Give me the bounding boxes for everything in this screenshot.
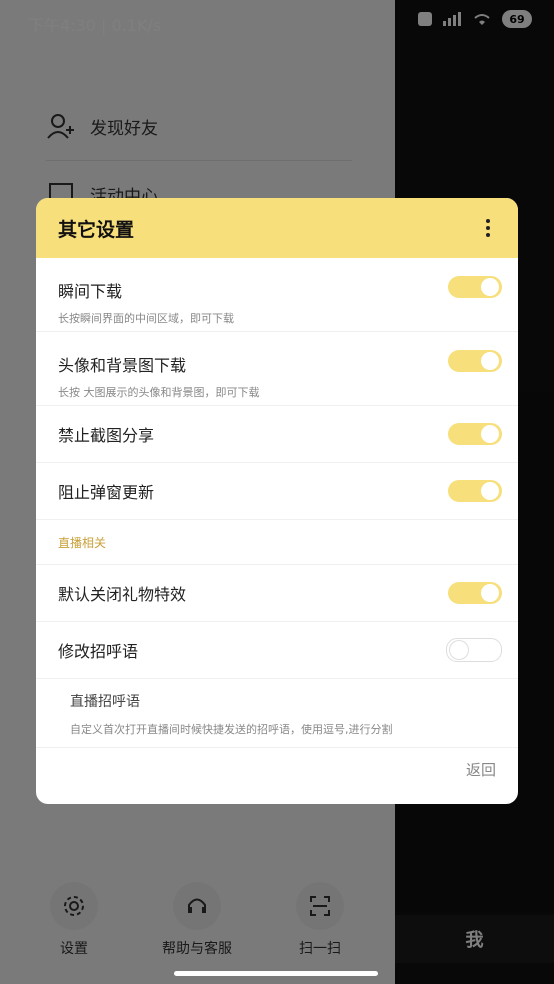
toggle-instant-download[interactable] bbox=[448, 276, 502, 298]
back-button[interactable]: 返回 bbox=[466, 759, 496, 780]
setting-title: 修改招呼语 bbox=[58, 642, 139, 661]
greeting-desc: 自定义首次打开直播间时候快捷发送的招呼语，使用逗号,进行分割 bbox=[70, 723, 393, 736]
toggle-block-update-popup[interactable] bbox=[448, 480, 502, 502]
greeting-title: 直播招呼语 bbox=[70, 694, 140, 710]
setting-row-block-screenshot-share[interactable]: 禁止截图分享 bbox=[36, 406, 518, 463]
more-options-icon[interactable] bbox=[480, 217, 496, 239]
setting-row-edit-greeting[interactable]: 修改招呼语 bbox=[36, 622, 518, 679]
setting-desc: 长按 大图展示的头像和背景图，即可下载 bbox=[58, 386, 260, 399]
setting-title: 瞬间下载 bbox=[58, 282, 123, 301]
setting-row-instant-download[interactable]: 瞬间下载 长按瞬间界面的中间区域，即可下载 bbox=[36, 258, 518, 332]
setting-desc: 长按瞬间界面的中间区域，即可下载 bbox=[58, 312, 234, 325]
setting-row-disable-gift-effects[interactable]: 默认关闭礼物特效 bbox=[36, 565, 518, 622]
dialog-header: 其它设置 bbox=[36, 198, 518, 258]
setting-title: 禁止截图分享 bbox=[58, 426, 155, 445]
toggle-block-screenshot-share[interactable] bbox=[448, 423, 502, 445]
setting-row-block-update-popup[interactable]: 阻止弹窗更新 bbox=[36, 463, 518, 520]
setting-title: 阻止弹窗更新 bbox=[58, 483, 155, 502]
dialog-title: 其它设置 bbox=[58, 218, 135, 241]
other-settings-dialog: 其它设置 瞬间下载 长按瞬间界面的中间区域，即可下载 头像和背景图下载 长按 大… bbox=[36, 198, 518, 804]
toggle-edit-greeting[interactable] bbox=[446, 638, 502, 662]
setting-title: 默认关闭礼物特效 bbox=[58, 585, 187, 604]
toggle-disable-gift-effects[interactable] bbox=[448, 582, 502, 604]
setting-row-avatar-download[interactable]: 头像和背景图下载 长按 大图展示的头像和背景图，即可下载 bbox=[36, 332, 518, 406]
home-indicator[interactable] bbox=[174, 971, 378, 976]
setting-title: 头像和背景图下载 bbox=[58, 356, 187, 375]
toggle-avatar-download[interactable] bbox=[448, 350, 502, 372]
greeting-field[interactable]: 直播招呼语 自定义首次打开直播间时候快捷发送的招呼语，使用逗号,进行分割 bbox=[36, 679, 518, 748]
section-label-live: 直播相关 bbox=[36, 520, 518, 565]
